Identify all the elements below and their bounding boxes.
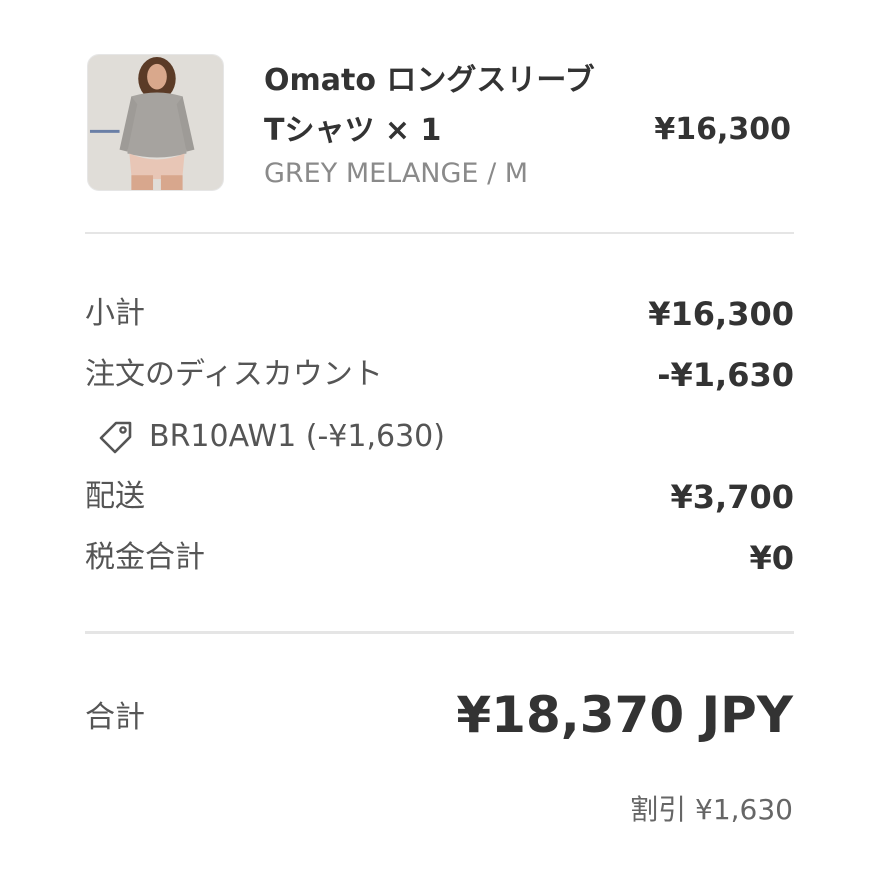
product-image bbox=[88, 55, 223, 190]
product-variant: GREY MELANGE / M bbox=[264, 158, 529, 189]
discount-code-line: BR10AW1 (-¥1,630) bbox=[97, 414, 445, 460]
discount-row: 注文のディスカウント -¥1,630 bbox=[85, 352, 794, 398]
product-thumbnail bbox=[87, 54, 224, 191]
total-label: 合計 bbox=[85, 700, 145, 735]
tag-icon bbox=[97, 418, 135, 456]
total-savings: 割引 ¥1,630 bbox=[630, 793, 793, 826]
total-value: ¥18,370 JPY bbox=[456, 686, 793, 744]
tax-label: 税金合計 bbox=[85, 540, 205, 575]
shipping-row: 配送 ¥3,700 bbox=[85, 474, 794, 520]
discount-code: BR10AW1 (-¥1,630) bbox=[149, 419, 445, 454]
shipping-value: ¥3,700 bbox=[670, 478, 794, 516]
subtotal-label: 小計 bbox=[85, 296, 145, 331]
discount-value: -¥1,630 bbox=[657, 356, 794, 394]
subtotal-value: ¥16,300 bbox=[648, 295, 794, 333]
subtotal-row: 小計 ¥16,300 bbox=[85, 291, 794, 337]
discount-label: 注文のディスカウント bbox=[85, 357, 383, 392]
divider-bottom bbox=[85, 631, 794, 634]
divider-top bbox=[85, 232, 794, 234]
tax-row: 税金合計 ¥0 bbox=[85, 535, 794, 581]
product-price: ¥16,300 bbox=[654, 112, 791, 147]
tax-value: ¥0 bbox=[749, 539, 794, 577]
product-name: Omato ロングスリーブTシャツ × 1 bbox=[264, 63, 595, 148]
shipping-label: 配送 bbox=[85, 479, 145, 514]
